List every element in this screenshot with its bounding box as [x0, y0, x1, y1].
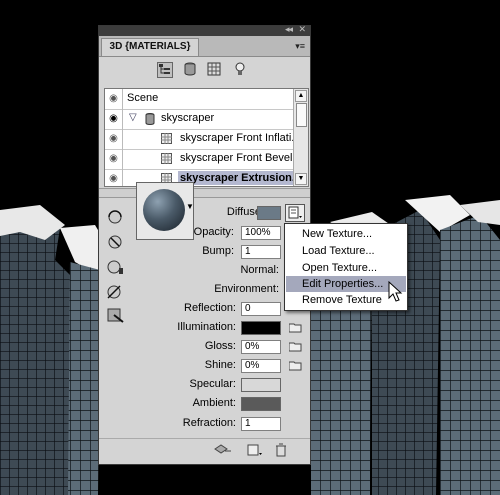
panel-menu-icon[interactable]: ▾≡	[295, 41, 305, 52]
opacity-label: Opacity:	[193, 226, 234, 238]
reflection-label: Reflection:	[184, 302, 236, 314]
lightbulb-icon[interactable]	[233, 62, 249, 78]
expand-triangle-icon[interactable]: ▽	[129, 112, 137, 123]
diffuse-color-swatch[interactable]	[257, 206, 281, 220]
bump-field[interactable]: 1	[241, 245, 281, 259]
bump-label: Bump:	[202, 245, 234, 257]
list-item-skyscraper[interactable]: ◉ ▽ skyscraper	[105, 109, 295, 130]
scroll-down-icon[interactable]: ▼	[295, 173, 307, 185]
visibility-eye-icon[interactable]: ◉	[105, 109, 123, 129]
visibility-eye-icon[interactable]: ◉	[105, 169, 123, 186]
refraction-label: Refraction:	[182, 417, 236, 429]
collapse-panel-icon[interactable]: ◂◂	[285, 24, 293, 35]
gloss-field[interactable]: 0%	[241, 340, 281, 354]
scene-tree-icon[interactable]	[157, 62, 173, 78]
diffuse-label: Diffuse:	[226, 206, 264, 218]
list-item-label: skyscraper	[161, 112, 215, 124]
mesh-cylinder-icon	[145, 113, 155, 128]
mouse-pointer-icon	[388, 281, 403, 302]
shine-texture-folder-icon[interactable]	[288, 361, 303, 371]
diffuse-texture-menu-button[interactable]	[285, 204, 305, 222]
scene-list: ◉ Scene ◉ ▽ skyscraper ◉ skyscraper Fron…	[104, 88, 309, 187]
drag-material-tool-icon[interactable]	[105, 258, 125, 276]
specular-color-swatch[interactable]	[241, 378, 281, 392]
list-item-material[interactable]: ◉ skyscraper Front Bevel ...	[105, 149, 305, 170]
menu-item-open-texture[interactable]: Open Texture...	[286, 260, 406, 276]
reflection-field[interactable]: 0	[241, 302, 281, 316]
close-icon[interactable]: ✕	[298, 24, 306, 35]
specular-label: Specular:	[189, 378, 236, 390]
illumination-color-swatch[interactable]	[241, 321, 281, 335]
list-item-label: skyscraper Front Bevel ...	[180, 152, 305, 164]
normal-label: Normal:	[240, 264, 279, 276]
visibility-eye-icon[interactable]: ◉	[105, 149, 123, 169]
texture-page-icon	[288, 206, 302, 219]
ambient-color-swatch[interactable]	[241, 397, 281, 411]
scroll-thumb[interactable]	[296, 103, 307, 127]
ambient-label: Ambient:	[192, 397, 236, 409]
grid-icon[interactable]	[207, 62, 223, 78]
scene-list-scrollbar[interactable]: ▲ ▼	[293, 89, 308, 186]
list-item-material[interactable]: ◉ skyscraper Front Inflati...	[105, 129, 300, 150]
trash-icon[interactable]	[275, 443, 287, 460]
list-item-label: Scene	[127, 92, 159, 104]
panel-splitter[interactable]	[99, 188, 310, 198]
shine-label: Shine:	[204, 359, 236, 371]
list-item-material-selected[interactable]: ◉ skyscraper Extrusion...	[105, 169, 304, 186]
material-grid-icon	[161, 153, 172, 167]
opacity-field[interactable]: 100%	[241, 226, 281, 240]
environment-label: Environment:	[214, 283, 279, 295]
new-light-icon[interactable]	[247, 443, 263, 460]
menu-item-new-texture[interactable]: New Texture...	[286, 226, 406, 242]
roll-material-tool-icon[interactable]	[105, 233, 125, 251]
visibility-eye-icon[interactable]: ◉	[105, 129, 123, 149]
3d-materials-panel: ◂◂ ✕ 3D {MATERIALS} ▾≡ ◉ Scene ◉ ▽ skysc…	[98, 24, 311, 465]
slide-material-tool-icon[interactable]	[105, 283, 125, 301]
toggle-scene-icon[interactable]	[213, 443, 233, 458]
tab-3d-materials[interactable]: 3D {MATERIALS}	[101, 38, 199, 56]
gloss-texture-folder-icon[interactable]	[288, 342, 303, 352]
panel-tab-row: 3D {MATERIALS} ▾≡	[99, 36, 310, 57]
list-item-scene[interactable]: ◉ Scene	[105, 89, 295, 110]
gloss-label: Gloss:	[204, 340, 236, 352]
list-item-label: skyscraper Front Inflati...	[180, 132, 301, 144]
panel-titlebar: ◂◂ ✕	[99, 24, 310, 36]
scene-filter-bar	[99, 58, 310, 82]
refraction-field[interactable]: 1	[241, 417, 281, 431]
panel-bottom-bar	[99, 438, 310, 463]
cylinder-icon[interactable]	[183, 62, 199, 78]
illumination-label: Illumination:	[177, 321, 236, 333]
list-item-label: skyscraper Extrusion...	[178, 171, 304, 185]
illumination-texture-folder-icon[interactable]	[288, 323, 303, 333]
scale-material-tool-icon[interactable]	[105, 306, 125, 324]
scroll-up-icon[interactable]: ▲	[295, 90, 307, 102]
shine-field[interactable]: 0%	[241, 359, 281, 373]
menu-item-load-texture[interactable]: Load Texture...	[286, 243, 406, 259]
material-grid-icon	[161, 133, 172, 147]
rotate-material-tool-icon[interactable]	[105, 208, 125, 226]
visibility-eye-icon[interactable]: ◉	[105, 89, 123, 109]
